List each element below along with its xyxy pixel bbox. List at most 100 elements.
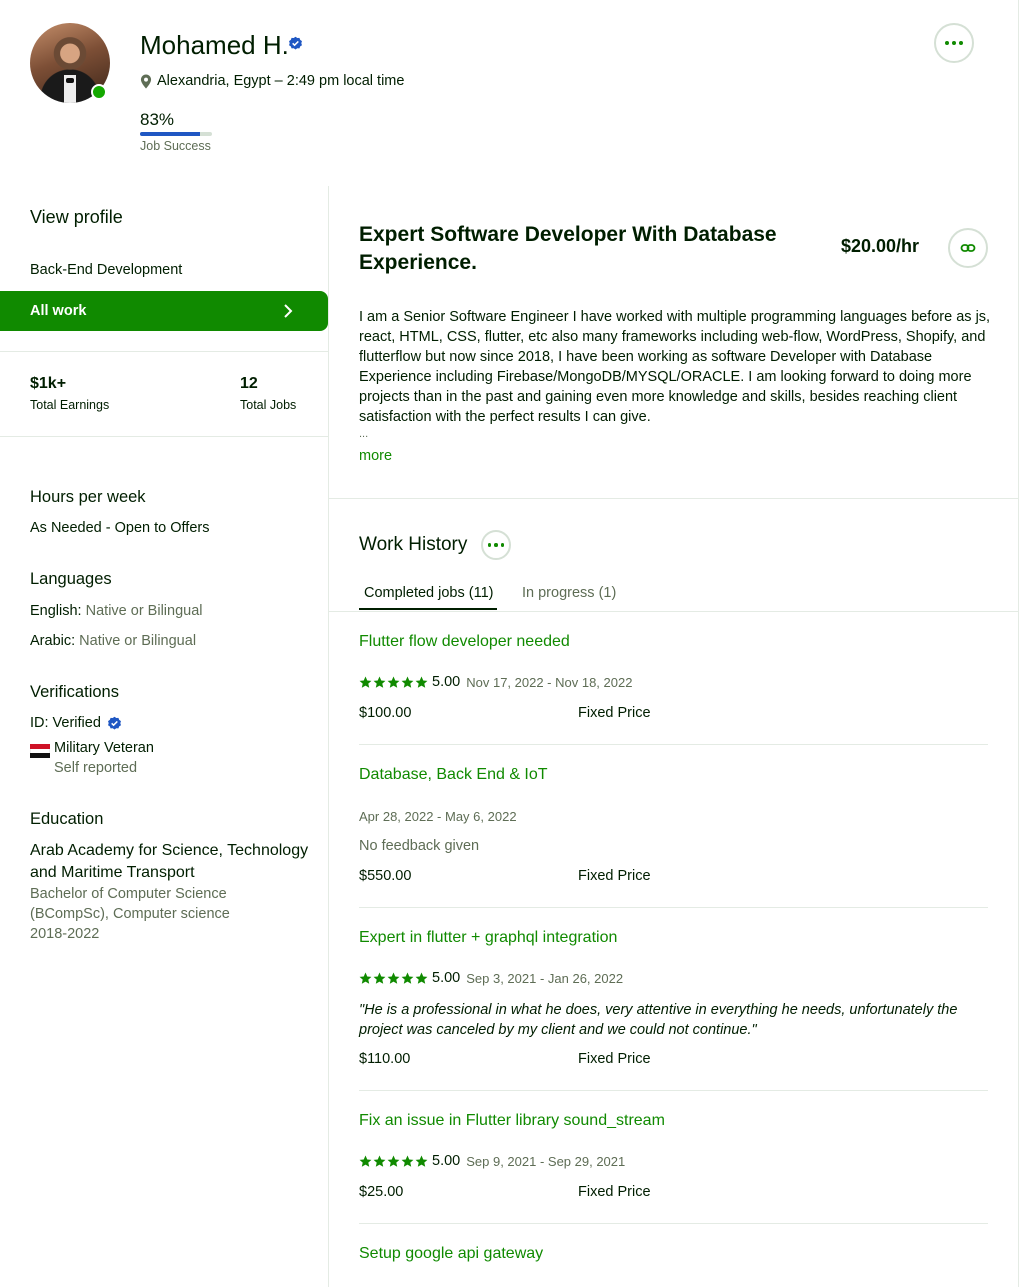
column-divider xyxy=(328,186,329,1287)
profile-more-options-button[interactable] xyxy=(934,23,974,63)
star-icon xyxy=(359,1155,372,1167)
egypt-flag-icon xyxy=(30,744,50,759)
divider xyxy=(329,498,1018,499)
view-profile-heading: View profile xyxy=(30,207,123,227)
job-success-bar xyxy=(140,132,212,136)
job-success-bar-fill xyxy=(140,132,200,136)
total-jobs-value: 12 xyxy=(240,375,258,392)
star-icon xyxy=(373,1155,386,1167)
languages-title: Languages xyxy=(30,570,112,588)
rating-value: 5.00 xyxy=(432,970,461,986)
rating-value: 5.00 xyxy=(432,674,461,690)
more-dots-icon xyxy=(945,41,963,45)
job-price: $25.00 xyxy=(359,1184,404,1200)
job-price-type: Fixed Price xyxy=(578,1051,651,1067)
job-rating: 5.00 Nov 17, 2022 - Nov 18, 2022 xyxy=(359,674,632,690)
profile-headline: Expert Software Developer With Database … xyxy=(359,223,777,274)
star-icon xyxy=(373,676,386,688)
copy-link-button[interactable] xyxy=(948,228,988,268)
language-item: Arabic: Native or Bilingual xyxy=(30,633,196,649)
job-title-link[interactable]: Database, Back End & IoT xyxy=(359,766,548,784)
location-text: Alexandria, Egypt – 2:49 pm local time xyxy=(157,73,405,89)
job-dates: Apr 28, 2022 - May 6, 2022 xyxy=(359,809,517,824)
work-history-title: Work History xyxy=(359,534,468,555)
hours-value: As Needed - Open to Offers xyxy=(30,520,210,536)
client-feedback-quote: "He is a professional in what he does, v… xyxy=(359,1002,958,1038)
specialty-link[interactable]: Back-End Development xyxy=(30,262,182,278)
star-icon xyxy=(415,972,428,984)
online-status-dot xyxy=(91,84,107,100)
freelancer-name: Mohamed H. xyxy=(140,30,289,60)
job-title-link[interactable]: Flutter flow developer needed xyxy=(359,633,570,651)
star-icon xyxy=(401,676,414,688)
star-rating-icon xyxy=(359,1155,428,1168)
rating-value: 5.00 xyxy=(432,1153,461,1169)
star-icon xyxy=(359,972,372,984)
more-dots-icon xyxy=(487,543,505,547)
id-label: ID: xyxy=(30,715,49,731)
job-price-type: Fixed Price xyxy=(578,868,651,884)
profile-overview: I am a Senior Software Engineer I have w… xyxy=(359,309,991,425)
job-price: $100.00 xyxy=(359,705,412,721)
job-rating: 5.00 Sep 3, 2021 - Jan 26, 2022 xyxy=(359,970,623,986)
verified-badge-icon xyxy=(289,36,302,50)
job-divider xyxy=(359,744,988,745)
active-tab-indicator xyxy=(359,608,497,610)
star-icon xyxy=(387,972,400,984)
link-icon xyxy=(960,244,976,252)
map-pin-icon xyxy=(140,73,152,89)
star-rating-icon xyxy=(359,676,428,689)
total-earnings-value: $1k+ xyxy=(30,375,67,392)
overview-more-link[interactable]: more xyxy=(359,448,392,464)
star-icon xyxy=(401,972,414,984)
language-level: Native or Bilingual xyxy=(85,603,203,619)
star-icon xyxy=(387,1155,400,1167)
tab-completed-jobs[interactable]: Completed jobs (11) xyxy=(364,585,494,601)
language-item: English: Native or Bilingual xyxy=(30,603,203,619)
education-years: 2018-2022 xyxy=(30,926,100,942)
job-divider xyxy=(359,1090,988,1091)
job-title-link[interactable]: Expert in flutter + graphql integration xyxy=(359,929,617,947)
language-name: Arabic: xyxy=(30,633,76,649)
job-title-link[interactable]: Fix an issue in Flutter library sound_st… xyxy=(359,1112,665,1130)
job-price-type: Fixed Price xyxy=(578,1184,651,1200)
job-feedback: No feedback given xyxy=(359,838,480,854)
job-divider xyxy=(359,907,988,908)
location: Alexandria, Egypt – 2:49 pm local time xyxy=(140,73,404,89)
all-work-button[interactable]: All work xyxy=(0,291,328,331)
veteran-note: Self reported xyxy=(54,760,138,776)
job-success-value: 83% xyxy=(140,110,175,129)
divider xyxy=(0,436,328,437)
divider xyxy=(0,351,328,352)
job-success-label: Job Success xyxy=(140,139,211,153)
hourly-rate: $20.00/hr xyxy=(841,236,920,256)
star-icon xyxy=(387,676,400,688)
id-value: Verified xyxy=(52,715,101,731)
language-level: Native or Bilingual xyxy=(79,633,197,649)
divider xyxy=(329,611,1018,612)
star-icon xyxy=(373,972,386,984)
job-rating: 5.00 Sep 9, 2021 - Sep 29, 2021 xyxy=(359,1153,625,1169)
education-degree: Bachelor of Computer Science (BCompSc), … xyxy=(30,886,230,922)
star-icon xyxy=(415,1155,428,1167)
work-history-options-button[interactable] xyxy=(481,530,511,560)
overview-ellipsis: ... xyxy=(359,428,369,440)
tab-in-progress[interactable]: In progress (1) xyxy=(522,585,616,601)
job-title-link[interactable]: Setup google api gateway xyxy=(359,1245,543,1263)
star-rating-icon xyxy=(359,972,428,985)
job-price: $110.00 xyxy=(359,1051,411,1067)
star-icon xyxy=(359,676,372,688)
military-veteran: Military Veteran xyxy=(54,740,154,756)
id-verification: ID: Verified xyxy=(30,715,122,731)
total-earnings-label: Total Earnings xyxy=(30,398,110,412)
hours-title: Hours per week xyxy=(30,488,146,506)
job-dates: Nov 17, 2022 - Nov 18, 2022 xyxy=(466,674,633,690)
chevron-right-icon xyxy=(284,304,293,318)
language-name: English: xyxy=(30,603,82,619)
verified-badge-icon xyxy=(107,716,121,729)
education-title: Education xyxy=(30,810,104,828)
star-icon xyxy=(415,676,428,688)
job-divider xyxy=(359,1223,988,1224)
job-price: $550.00 xyxy=(359,868,412,884)
frame-edge xyxy=(1018,0,1019,1287)
